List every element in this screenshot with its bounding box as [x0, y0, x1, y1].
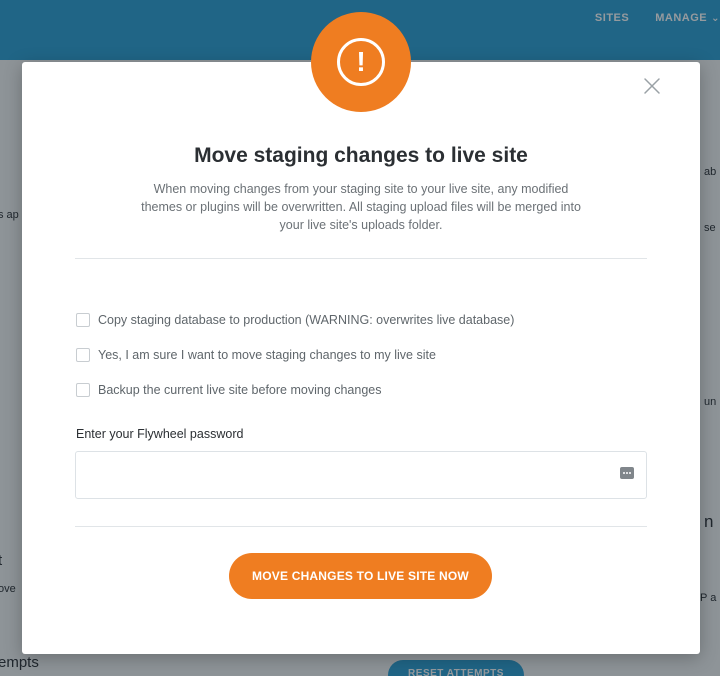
- close-icon: [644, 78, 660, 94]
- move-changes-button[interactable]: MOVE CHANGES TO LIVE SITE NOW: [229, 553, 492, 599]
- password-key-icon[interactable]: [620, 467, 634, 479]
- modal-title: Move staging changes to live site: [194, 144, 528, 167]
- exclamation-glyph: !: [356, 46, 366, 77]
- checkbox[interactable]: [76, 313, 90, 327]
- exclamation-icon: !: [337, 38, 385, 86]
- option-copy-database[interactable]: Copy staging database to production (WAR…: [76, 313, 514, 327]
- option-backup-live[interactable]: Backup the current live site before movi…: [76, 383, 382, 397]
- password-field[interactable]: [75, 451, 647, 499]
- modal-description: When moving changes from your staging si…: [141, 182, 581, 232]
- option-label: Copy staging database to production (WAR…: [98, 313, 515, 327]
- divider: [75, 258, 647, 259]
- option-label: Backup the current live site before movi…: [98, 383, 382, 397]
- checkbox[interactable]: [76, 348, 90, 362]
- option-confirm-move[interactable]: Yes, I am sure I want to move staging ch…: [76, 348, 436, 362]
- password-label: Enter your Flywheel password: [76, 427, 244, 441]
- alert-badge: !: [311, 12, 411, 112]
- checkbox[interactable]: [76, 383, 90, 397]
- divider: [75, 526, 647, 527]
- option-label: Yes, I am sure I want to move staging ch…: [98, 348, 436, 362]
- close-button[interactable]: [642, 76, 662, 96]
